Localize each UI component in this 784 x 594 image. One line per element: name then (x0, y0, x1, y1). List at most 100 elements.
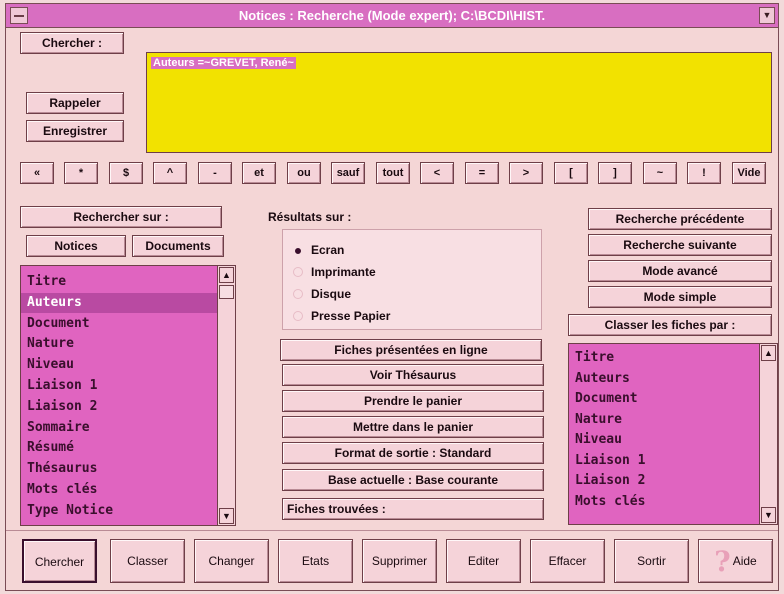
list-item[interactable]: Auteurs (569, 369, 757, 389)
scrollbar[interactable]: ▲ ▼ (759, 344, 777, 524)
list-item[interactable]: Liaison 1 (569, 451, 757, 471)
radio-option[interactable]: Disque (293, 284, 351, 304)
radio-label: Disque (311, 287, 352, 301)
radio-option[interactable]: Imprimante (293, 262, 376, 282)
toolbar-button-label: Supprimer (371, 554, 428, 568)
operator-button[interactable]: ] (598, 162, 632, 184)
operator-button[interactable]: ^ (153, 162, 187, 184)
scroll-up-icon[interactable]: ▲ (761, 345, 776, 361)
operator-button[interactable]: ! (687, 162, 721, 184)
radio-icon[interactable] (293, 267, 303, 277)
toolbar-button-label: Editer (467, 554, 500, 568)
list-item[interactable]: Auteurs (21, 292, 217, 313)
scroll-thumb[interactable] (219, 285, 234, 299)
search-field-list[interactable]: ▲ ▼ Titre Auteurs Document Nature Niveau Liai… (20, 265, 236, 526)
list-item[interactable]: Document (569, 389, 757, 409)
operator-button[interactable]: « (20, 162, 54, 184)
list-item[interactable]: Nature (21, 334, 217, 354)
action-button[interactable]: Fiches présentées en ligne (280, 339, 542, 361)
operator-button[interactable]: sauf (331, 162, 365, 184)
list-item[interactable]: Résumé (21, 438, 217, 458)
list-item[interactable]: Document (21, 314, 217, 334)
tab-documents[interactable]: Documents (132, 235, 224, 257)
sort-label: Classer les fiches par : (568, 314, 772, 336)
toolbar-button-label: Etats (301, 554, 330, 568)
operator-button[interactable]: * (64, 162, 98, 184)
action-button[interactable]: Prendre le panier (282, 390, 544, 412)
toolbar-button[interactable]: Changer (194, 539, 269, 583)
list-item[interactable]: Mots clés (569, 492, 757, 512)
toolbar-button[interactable]: Classer (110, 539, 185, 583)
operator-button[interactable]: - (198, 162, 232, 184)
operator-button[interactable]: > (509, 162, 543, 184)
operator-button[interactable]: [ (554, 162, 588, 184)
action-button[interactable]: Base actuelle : Base courante (282, 469, 544, 491)
radio-icon[interactable] (293, 289, 303, 299)
operator-button[interactable]: et (242, 162, 276, 184)
scroll-up-icon[interactable]: ▲ (219, 267, 234, 283)
toolbar-button[interactable]: Effacer (530, 539, 605, 583)
list-item[interactable]: Titre (21, 272, 217, 292)
radio-label: Imprimante (311, 265, 376, 279)
list-item[interactable]: Niveau (21, 355, 217, 375)
toolbar-button[interactable]: Chercher (22, 539, 97, 583)
list-item[interactable]: Nature (569, 410, 757, 430)
list-item[interactable]: Liaison 1 (21, 376, 217, 396)
scrollbar[interactable]: ▲ ▼ (217, 266, 235, 525)
operator-button[interactable]: = (465, 162, 499, 184)
query-editor[interactable]: Auteurs =~GREVET, René~ (146, 52, 772, 153)
nav-button[interactable]: Mode simple (588, 286, 772, 308)
list-item[interactable]: Sommaire (21, 418, 217, 438)
save-query-button[interactable]: Enregistrer (26, 120, 124, 142)
toolbar-button[interactable]: Supprimer (362, 539, 437, 583)
operator-button[interactable]: Vide (732, 162, 766, 184)
toolbar-button[interactable]: ? Aide (698, 539, 773, 583)
list-item[interactable]: Type Notice (21, 501, 217, 521)
toolbar-button[interactable]: Etats (278, 539, 353, 583)
radio-label: Ecran (311, 243, 345, 257)
list-item[interactable]: Liaison 2 (21, 397, 217, 417)
list-item[interactable]: Titre (569, 348, 757, 368)
action-button[interactable]: Mettre dans le panier (282, 416, 544, 438)
radio-option[interactable]: Ecran (293, 240, 344, 260)
operator-button[interactable]: < (420, 162, 454, 184)
title-bar: Notices : Recherche (Mode expert); C:\BC… (6, 4, 778, 28)
toolbar-button-label: Changer (208, 554, 255, 568)
operator-button[interactable]: $ (109, 162, 143, 184)
sort-field-list[interactable]: ▲ ▼ Titre Auteurs Document Nature Niveau Liai… (568, 343, 778, 525)
toolbar-button[interactable]: Sortir (614, 539, 689, 583)
action-button[interactable]: Format de sortie : Standard (282, 442, 544, 464)
toolbar-button-label: Effacer (548, 554, 587, 568)
toolbar-button-label: Aide (732, 554, 757, 568)
operator-button[interactable]: ~ (643, 162, 677, 184)
tab-notices[interactable]: Notices (26, 235, 126, 257)
search-label: Chercher : (20, 32, 124, 54)
search-on-label: Rechercher sur : (20, 206, 222, 228)
nav-button[interactable]: Mode avancé (588, 260, 772, 282)
results-label: Résultats sur : (268, 210, 352, 224)
recall-button[interactable]: Rappeler (26, 92, 124, 114)
minimize-arrow-icon[interactable]: ▼ (759, 7, 775, 24)
operator-button[interactable]: ou (287, 162, 321, 184)
list-item[interactable]: Niveau (569, 430, 757, 450)
radio-icon[interactable] (293, 311, 303, 321)
nav-button[interactable]: Recherche suivante (588, 234, 772, 256)
scroll-down-icon[interactable]: ▼ (219, 508, 234, 524)
scroll-down-icon[interactable]: ▼ (761, 507, 776, 523)
toolbar-button-label: Chercher (34, 555, 85, 569)
action-button[interactable]: Voir Thésaurus (282, 364, 544, 386)
operator-button[interactable]: tout (376, 162, 410, 184)
help-icon: ? (714, 545, 731, 578)
found-records-field: Fiches trouvées : (282, 498, 544, 520)
query-text[interactable]: Auteurs =~GREVET, René~ (151, 57, 296, 69)
list-item[interactable]: Thésaurus (21, 459, 217, 479)
radio-option[interactable]: Presse Papier (293, 306, 390, 326)
window-title: Notices : Recherche (Mode expert); C:\BC… (238, 8, 546, 23)
toolbar-button-label: Classer (127, 554, 168, 568)
list-item[interactable]: Liaison 2 (569, 471, 757, 491)
application-window: Notices : Recherche (Mode expert); C:\BC… (5, 3, 779, 591)
toolbar-button[interactable]: Editer (446, 539, 521, 583)
nav-button[interactable]: Recherche précédente (588, 208, 772, 230)
list-item[interactable]: Mots clés (21, 480, 217, 500)
radio-icon[interactable] (295, 248, 301, 254)
